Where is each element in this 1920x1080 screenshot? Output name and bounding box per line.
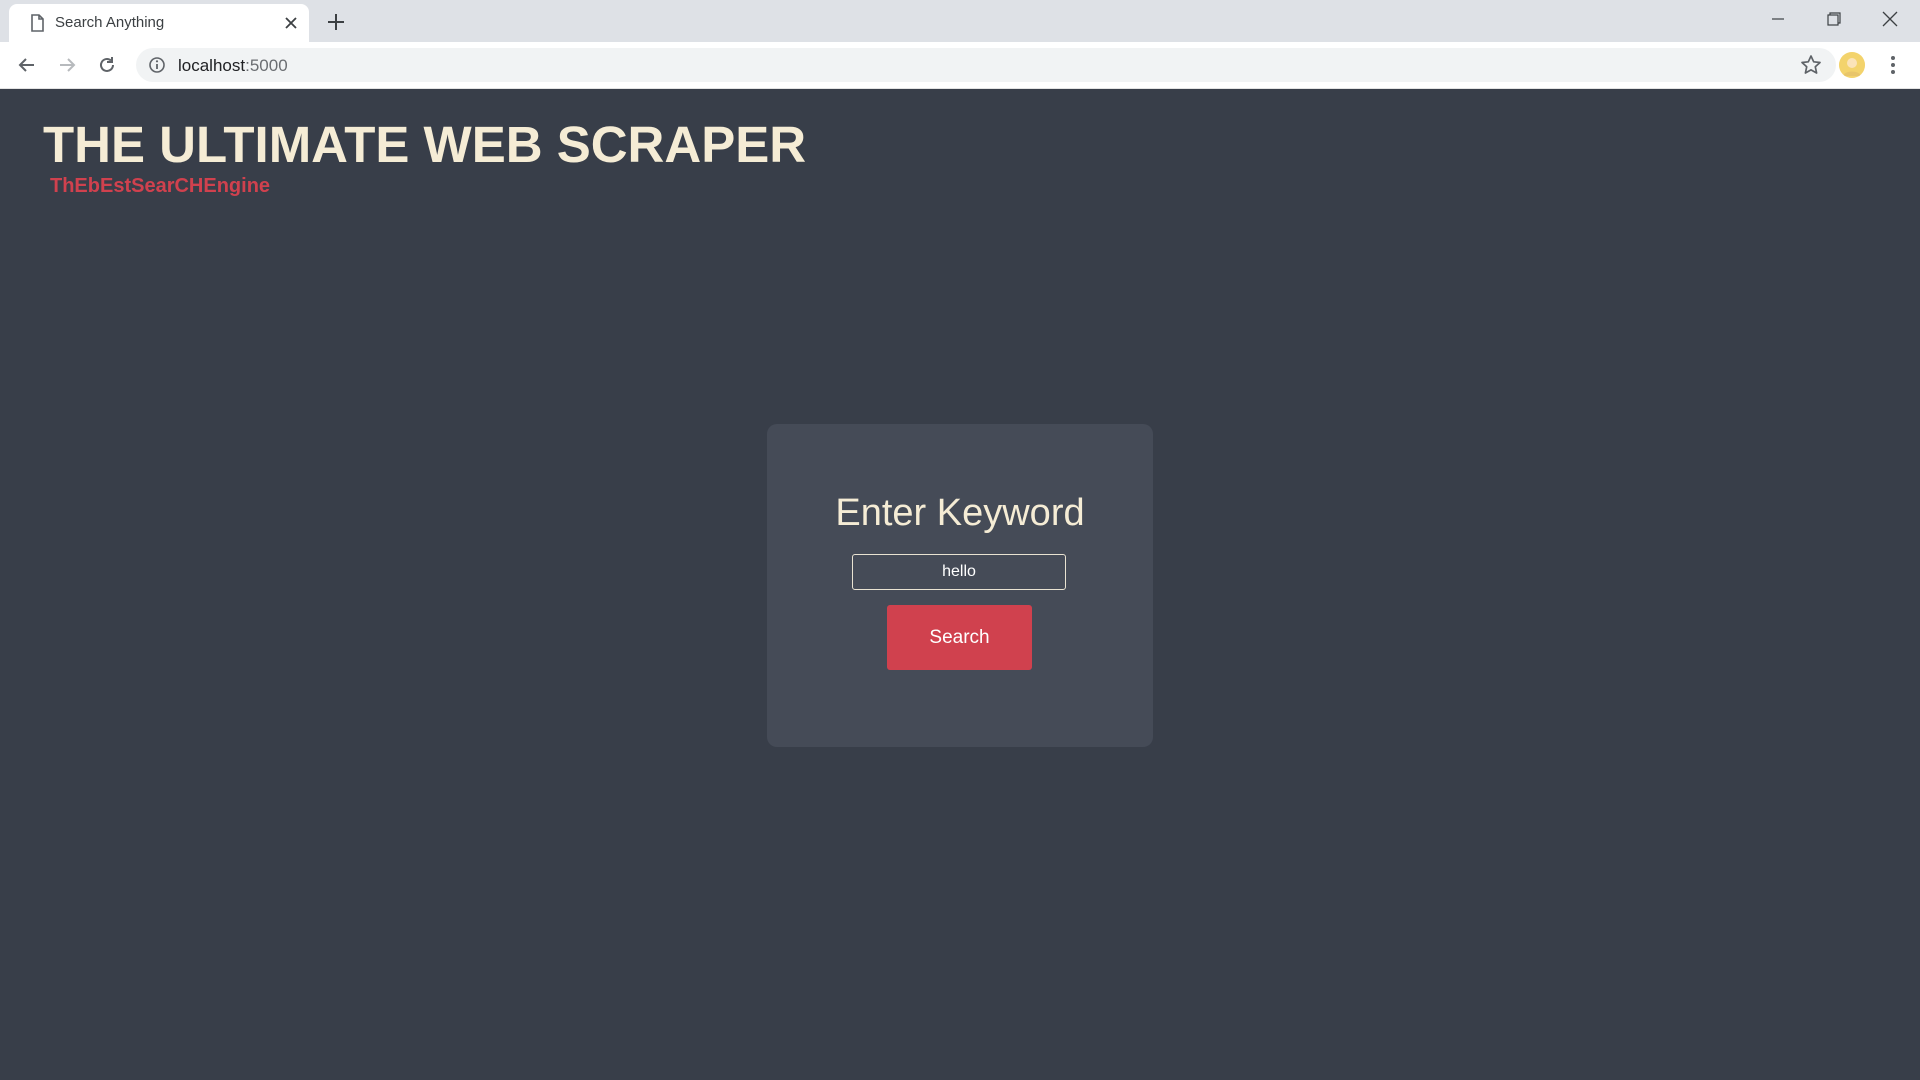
- card-heading: Enter Keyword: [835, 492, 1085, 534]
- plus-icon[interactable]: [322, 8, 350, 36]
- browser-toolbar: localhost:5000: [0, 42, 1920, 89]
- avatar[interactable]: [1839, 52, 1865, 78]
- info-icon[interactable]: [148, 56, 166, 74]
- search-card: Enter Keyword Search: [767, 424, 1153, 747]
- kebab-menu-icon[interactable]: [1880, 52, 1906, 78]
- window-close-icon[interactable]: [1862, 0, 1918, 38]
- keyword-input[interactable]: [852, 554, 1066, 590]
- url-port: :5000: [245, 56, 288, 75]
- site-subtitle: ThEbEstSearCHEngine: [50, 175, 271, 197]
- restore-icon[interactable]: [1806, 0, 1862, 38]
- star-icon[interactable]: [1800, 54, 1822, 76]
- back-arrow-icon[interactable]: [12, 50, 42, 80]
- search-button[interactable]: Search: [887, 605, 1032, 670]
- page-content: THE ULTIMATE WEB SCRAPER ThEbEstSearCHEn…: [0, 89, 1920, 1080]
- browser-tab[interactable]: Search Anything: [9, 4, 309, 42]
- browser-tab-strip: Search Anything: [0, 0, 1920, 42]
- tab-title: Search Anything: [55, 14, 165, 31]
- page-icon: [27, 13, 47, 33]
- url-host: localhost: [178, 56, 246, 75]
- forward-arrow-icon[interactable]: [52, 50, 82, 80]
- site-title: THE ULTIMATE WEB SCRAPER: [43, 116, 807, 173]
- minimize-icon[interactable]: [1750, 0, 1806, 38]
- address-bar[interactable]: localhost:5000: [136, 48, 1836, 82]
- reload-icon[interactable]: [92, 50, 122, 80]
- url-text: localhost:5000: [178, 56, 288, 76]
- close-icon[interactable]: [281, 13, 301, 33]
